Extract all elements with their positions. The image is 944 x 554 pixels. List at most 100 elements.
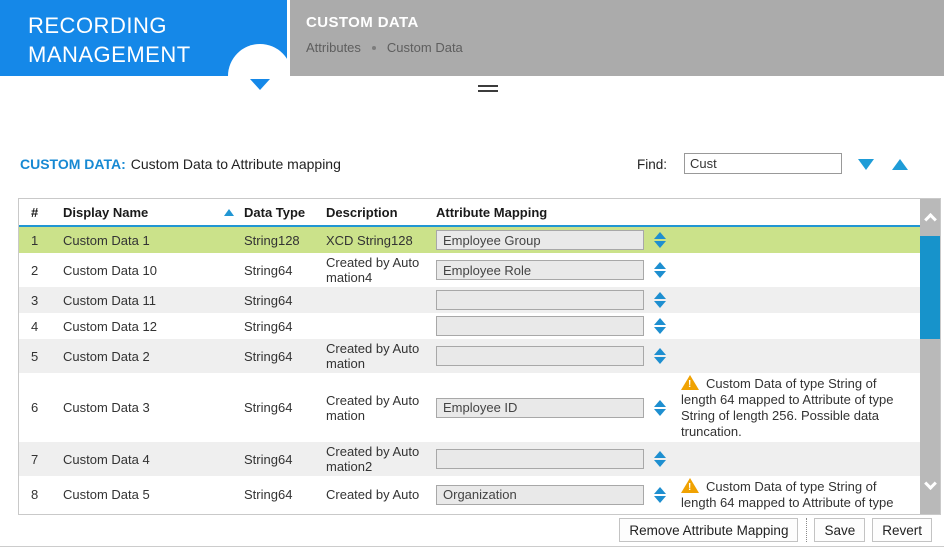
- row-attribute-mapping: [436, 397, 681, 418]
- spinner-down-icon: [654, 357, 666, 364]
- spinner-up-icon: [654, 348, 666, 355]
- row-data-type: String64: [244, 348, 293, 364]
- find-next-icon[interactable]: [858, 159, 874, 170]
- row-number: 1: [31, 232, 39, 248]
- row-warning: Custom Data of type String of length 64 …: [681, 375, 920, 440]
- breadcrumb-custom-data[interactable]: Custom Data: [387, 40, 463, 55]
- row-number: 3: [31, 292, 39, 308]
- spinner-up-icon: [654, 486, 666, 494]
- spinner-down-icon: [654, 327, 666, 334]
- splitter-handle-icon[interactable]: [478, 85, 498, 95]
- attribute-spinner-icon[interactable]: [654, 232, 666, 248]
- attribute-spinner-icon[interactable]: [654, 486, 666, 503]
- warning-icon: [681, 478, 699, 496]
- column-header-display-name[interactable]: Display Name: [63, 205, 244, 220]
- row-description: Created by Auto: [326, 487, 420, 502]
- custom-data-table: # Display Name Data Type Description Att…: [18, 198, 941, 515]
- spinner-down-icon: [654, 241, 666, 248]
- table-row[interactable]: 5 Custom Data 2 String64 Created by Auto…: [19, 339, 920, 373]
- page: RECORDING MANAGEMENT CUSTOM DATA Attribu…: [0, 0, 944, 554]
- table-header: # Display Name Data Type Description Att…: [19, 199, 920, 227]
- column-header-display-name-label: Display Name: [63, 204, 149, 220]
- attribute-mapping-input[interactable]: [436, 230, 644, 250]
- attribute-mapping-input[interactable]: [436, 346, 644, 366]
- row-number: 7: [31, 451, 39, 467]
- attribute-mapping-input[interactable]: [436, 316, 644, 336]
- table-row[interactable]: 4 Custom Data 12 String64: [19, 313, 920, 339]
- column-header-description[interactable]: Description: [326, 205, 436, 220]
- scroll-down-button[interactable]: [920, 471, 940, 501]
- row-attribute-mapping: [436, 316, 681, 336]
- row-data-type: String64: [244, 292, 293, 308]
- attribute-spinner-icon[interactable]: [654, 262, 666, 278]
- table-body: 1 Custom Data 1 String128 XCD String128 …: [19, 227, 920, 512]
- table-scrollbar[interactable]: [920, 199, 940, 514]
- attribute-mapping-input[interactable]: [436, 484, 644, 505]
- sort-ascending-icon[interactable]: [224, 208, 234, 216]
- row-number: 5: [31, 348, 39, 364]
- warning-text: Custom Data of type String of length 64 …: [681, 376, 894, 439]
- spinner-up-icon: [654, 399, 666, 407]
- spinner-down-icon: [654, 271, 666, 278]
- attribute-mapping-input[interactable]: [436, 290, 644, 310]
- column-header-number[interactable]: #: [31, 205, 63, 220]
- scrollbar-thumb[interactable]: [920, 236, 940, 339]
- spinner-down-icon: [654, 301, 666, 308]
- row-description: Created by Auto mation: [326, 341, 420, 371]
- column-header-attribute-mapping[interactable]: Attribute Mapping: [436, 205, 681, 220]
- attribute-mapping-input[interactable]: [436, 260, 644, 280]
- remove-attribute-mapping-button[interactable]: Remove Attribute Mapping: [619, 518, 799, 542]
- table-row[interactable]: 6 Custom Data 3 String64 Created by Auto…: [19, 373, 920, 442]
- attribute-spinner-icon[interactable]: [654, 348, 666, 364]
- scroll-up-button[interactable]: [920, 201, 940, 231]
- spinner-up-icon: [654, 292, 666, 299]
- collapse-panel-icon[interactable]: [250, 79, 270, 90]
- breadcrumb-separator-icon: [371, 45, 376, 50]
- row-display-name: Custom Data 3: [63, 400, 150, 415]
- scroll-down-icon: [923, 476, 937, 490]
- attribute-mapping-input[interactable]: [436, 449, 644, 469]
- row-number: 2: [31, 262, 39, 278]
- row-display-name: Custom Data 5: [63, 487, 150, 502]
- bottom-divider: [0, 546, 944, 547]
- panel-heading-label: CUSTOM DATA:: [20, 156, 126, 172]
- row-description: Created by Auto mation2: [326, 444, 420, 474]
- find-input[interactable]: [684, 153, 842, 174]
- row-display-name: Custom Data 4: [63, 451, 150, 467]
- row-data-type: String64: [244, 318, 293, 334]
- save-button[interactable]: Save: [814, 518, 866, 542]
- row-data-type: String64: [244, 262, 293, 278]
- panel-heading-text: Custom Data to Attribute mapping: [130, 156, 341, 172]
- attribute-spinner-icon[interactable]: [654, 318, 666, 334]
- row-data-type: String64: [244, 400, 293, 415]
- row-data-type: String64: [244, 487, 293, 502]
- attribute-mapping-input[interactable]: [436, 397, 644, 418]
- attribute-spinner-icon[interactable]: [654, 292, 666, 308]
- attribute-spinner-icon[interactable]: [654, 399, 666, 416]
- section-header: CUSTOM DATA Attributes Custom Data: [290, 0, 944, 76]
- row-display-name: Custom Data 2: [63, 348, 150, 364]
- spinner-up-icon: [654, 232, 666, 239]
- revert-button[interactable]: Revert: [872, 518, 932, 542]
- row-display-name: Custom Data 11: [63, 292, 156, 308]
- row-description: Created by Auto mation: [326, 392, 420, 423]
- table-row[interactable]: 8 Custom Data 5 String64 Created by Auto…: [19, 476, 920, 512]
- row-data-type: String128: [244, 232, 300, 248]
- spinner-down-icon: [654, 460, 666, 467]
- row-attribute-mapping: [436, 290, 681, 310]
- row-number: 6: [31, 400, 39, 415]
- row-attribute-mapping: [436, 449, 681, 469]
- table-row[interactable]: 2 Custom Data 10 String64 Created by Aut…: [19, 253, 920, 287]
- panel-heading: CUSTOM DATA: Custom Data to Attribute map…: [20, 156, 341, 172]
- column-header-data-type[interactable]: Data Type: [244, 205, 326, 220]
- breadcrumb-attributes[interactable]: Attributes: [306, 40, 361, 55]
- table-row[interactable]: 1 Custom Data 1 String128 XCD String128: [19, 227, 920, 253]
- table-row[interactable]: 3 Custom Data 11 String64: [19, 287, 920, 313]
- row-display-name: Custom Data 12: [63, 318, 157, 334]
- spinner-up-icon: [654, 262, 666, 269]
- table-row[interactable]: 7 Custom Data 4 String64 Created by Auto…: [19, 442, 920, 476]
- row-attribute-mapping: [436, 260, 681, 280]
- find-previous-icon[interactable]: [892, 159, 908, 170]
- attribute-spinner-icon[interactable]: [654, 451, 666, 467]
- spinner-down-icon: [654, 495, 666, 503]
